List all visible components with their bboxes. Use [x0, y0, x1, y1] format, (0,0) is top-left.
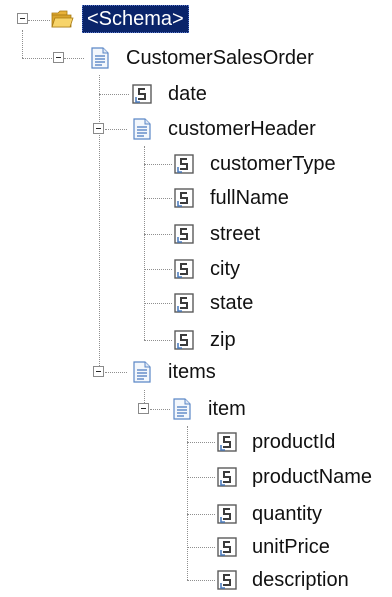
- tree-node-label[interactable]: unitPrice: [252, 533, 330, 561]
- tree-node-zip[interactable]: zip: [0, 323, 392, 357]
- schema-tree-view[interactable]: <Schema> CustomerSalesOrder date custome…: [0, 0, 392, 596]
- tree-node-unit-price[interactable]: unitPrice: [0, 530, 392, 564]
- record-icon: [170, 397, 194, 421]
- tree-node-label[interactable]: date: [168, 80, 207, 108]
- field-icon: [130, 82, 154, 106]
- tree-node-items[interactable]: items: [0, 355, 260, 389]
- tree-node-label[interactable]: fullName: [210, 184, 289, 212]
- tree-node-label[interactable]: item: [208, 395, 246, 423]
- field-icon: [172, 222, 196, 246]
- folder-open-icon: [50, 7, 74, 31]
- field-icon: [215, 535, 239, 559]
- tree-node-label[interactable]: zip: [210, 326, 236, 354]
- record-icon: [130, 360, 154, 384]
- field-icon: [215, 465, 239, 489]
- tree-node-description[interactable]: description: [0, 563, 392, 597]
- tree-node-label[interactable]: productName: [252, 463, 372, 491]
- tree-node-label[interactable]: state: [210, 289, 253, 317]
- field-icon: [215, 430, 239, 454]
- tree-node-label[interactable]: <Schema>: [82, 5, 189, 33]
- collapse-toggle-button[interactable]: [93, 123, 104, 134]
- field-icon: [172, 186, 196, 210]
- tree-node-product-id[interactable]: productId: [0, 425, 392, 459]
- tree-node-date[interactable]: date: [0, 77, 230, 111]
- tree-node-customer-header[interactable]: customerHeader: [0, 112, 380, 146]
- tree-node-label[interactable]: street: [210, 220, 260, 248]
- tree-node-item[interactable]: item: [0, 392, 300, 426]
- tree-node-label[interactable]: description: [252, 566, 349, 594]
- record-icon: [88, 46, 112, 70]
- tree-node-label[interactable]: productId: [252, 428, 335, 456]
- field-icon: [172, 328, 196, 352]
- tree-node-label[interactable]: items: [168, 358, 216, 386]
- tree-node-customer-type[interactable]: customerType: [0, 147, 392, 181]
- tree-node-full-name[interactable]: fullName: [0, 181, 392, 215]
- collapse-toggle-button[interactable]: [17, 13, 28, 24]
- tree-node-label[interactable]: CustomerSalesOrder: [126, 44, 314, 72]
- tree-node-customer-sales-order[interactable]: CustomerSalesOrder: [0, 41, 360, 75]
- tree-node-label[interactable]: quantity: [252, 500, 322, 528]
- tree-node-schema-root[interactable]: <Schema>: [0, 3, 210, 37]
- field-icon: [215, 502, 239, 526]
- tree-node-label[interactable]: customerHeader: [168, 115, 316, 143]
- tree-node-street[interactable]: street: [0, 217, 392, 251]
- field-icon: [172, 152, 196, 176]
- tree-node-quantity[interactable]: quantity: [0, 497, 392, 531]
- field-icon: [215, 568, 239, 592]
- collapse-toggle-button[interactable]: [53, 52, 64, 63]
- tree-node-product-name[interactable]: productName: [0, 460, 392, 494]
- collapse-toggle-button[interactable]: [138, 403, 149, 414]
- tree-node-state[interactable]: state: [0, 286, 392, 320]
- field-icon: [172, 257, 196, 281]
- tree-node-label[interactable]: customerType: [210, 150, 336, 178]
- field-icon: [172, 291, 196, 315]
- tree-node-label[interactable]: city: [210, 255, 240, 283]
- tree-node-city[interactable]: city: [0, 252, 392, 286]
- record-icon: [130, 117, 154, 141]
- collapse-toggle-button[interactable]: [93, 366, 104, 377]
